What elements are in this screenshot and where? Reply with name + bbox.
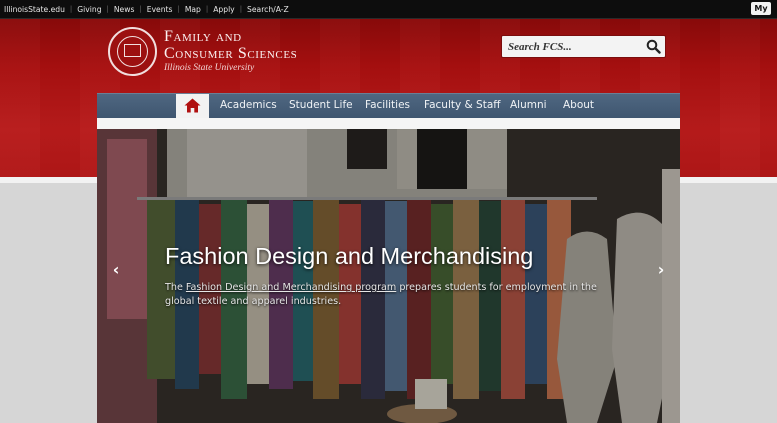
divider: |	[139, 5, 142, 13]
university-seal-logo[interactable]	[108, 27, 157, 76]
utility-link-map[interactable]: Map	[185, 5, 201, 14]
utility-bar: IllinoisState.edu | Giving | News | Even…	[0, 0, 777, 19]
divider: |	[177, 5, 180, 13]
utility-link-giving[interactable]: Giving	[77, 5, 101, 14]
divider: |	[106, 5, 109, 13]
search-input[interactable]	[508, 39, 636, 54]
site-search	[501, 35, 666, 58]
utility-link-search-az[interactable]: Search/A-Z	[247, 5, 289, 14]
carousel-next-arrow-icon[interactable]: ›	[654, 259, 668, 281]
home-tab[interactable]	[176, 94, 209, 120]
carousel-prev-arrow-icon[interactable]: ‹	[109, 259, 123, 281]
hero-carousel: Fashion Design and Merchandising The Fas…	[97, 129, 680, 423]
nav-item-faculty-staff[interactable]: Faculty & Staff	[424, 99, 501, 111]
dept-name-line2: Consumer Sciences	[164, 45, 298, 62]
search-icon[interactable]	[646, 39, 661, 54]
utility-link-apply[interactable]: Apply	[213, 5, 234, 14]
slide-caption: The Fashion Design and Merchandising pro…	[165, 281, 625, 309]
nav-underline-strip	[97, 118, 680, 129]
nav-item-facilities[interactable]: Facilities	[365, 99, 410, 111]
university-name: Illinois State University	[164, 63, 255, 73]
divider: |	[69, 5, 73, 13]
clothing-rack-photo	[97, 129, 680, 423]
program-link[interactable]: Fashion Design and Merchandising program	[186, 282, 396, 293]
divider: |	[205, 5, 209, 13]
house-icon	[184, 98, 201, 113]
caption-text-before: The	[165, 282, 186, 293]
nav-item-student-life[interactable]: Student Life	[289, 99, 353, 111]
seal-book-icon	[124, 44, 141, 57]
utility-link-news[interactable]: News	[114, 5, 135, 14]
utility-link-illinoisstate[interactable]: IllinoisState.edu	[4, 5, 65, 14]
nav-item-academics[interactable]: Academics	[220, 99, 277, 111]
nav-item-alumni[interactable]: Alumni	[510, 99, 547, 111]
divider: |	[239, 5, 243, 13]
dept-name-line1: Family and	[164, 28, 242, 45]
my-illinoisstate-button[interactable]: My	[751, 2, 771, 15]
main-nav: Academics Student Life Facilities Facult…	[97, 93, 680, 120]
nav-item-about[interactable]: About	[563, 99, 594, 111]
slide-title: Fashion Design and Merchandising	[165, 243, 534, 269]
department-wordmark[interactable]: Family and Consumer Sciences Illinois St…	[164, 28, 297, 74]
utility-link-events[interactable]: Events	[147, 5, 173, 14]
